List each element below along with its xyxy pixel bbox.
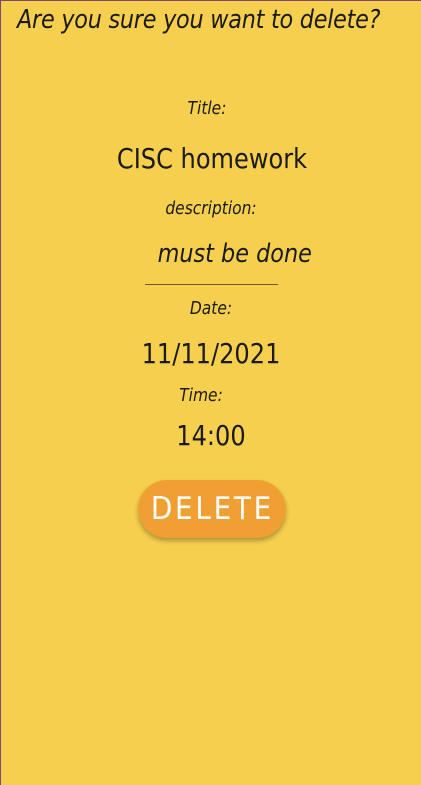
page-title: Are you sure you want to delete?: [17, 5, 381, 35]
time-value: 14:00: [176, 419, 246, 452]
time-label: Time:: [179, 385, 223, 406]
delete-button-label: DELETE: [150, 491, 274, 527]
delete-confirmation-screen: Are you sure you want to delete? Title: …: [1, 1, 421, 785]
description-value: must be done: [157, 239, 312, 269]
date-label: Date:: [189, 298, 233, 319]
title-value: CISC homework: [116, 142, 308, 175]
description-field[interactable]: must be done: [145, 239, 312, 285]
delete-button[interactable]: DELETE: [138, 480, 286, 538]
title-label: Title:: [187, 98, 227, 119]
date-value: 11/11/2021: [141, 337, 281, 370]
description-label: description:: [165, 198, 257, 219]
